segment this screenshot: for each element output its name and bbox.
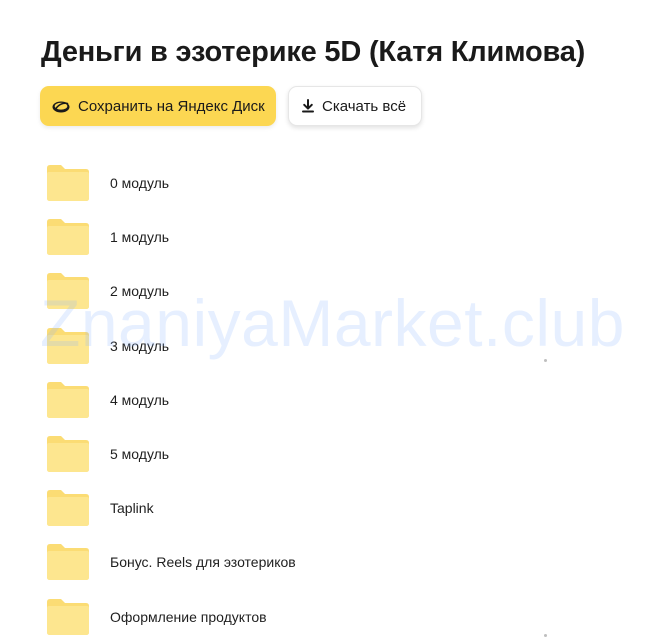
- list-item[interactable]: Бонус. Reels для эзотериков: [0, 534, 665, 588]
- folder-icon: [46, 218, 90, 261]
- scroll-dot: [544, 359, 547, 362]
- list-item[interactable]: 2 модуль: [0, 263, 665, 317]
- folder-name: 5 модуль: [110, 445, 170, 462]
- save-button-label: Сохранить на Яндекс Диск: [78, 97, 265, 115]
- folder-name: Оформление продуктов: [110, 608, 267, 625]
- list-item[interactable]: Оформление продуктов: [0, 589, 665, 640]
- folder-icon: [46, 272, 90, 315]
- folder-icon: [46, 381, 90, 424]
- folder-name: Бонус. Reels для эзотериков: [110, 554, 296, 571]
- folder-name: Taplink: [110, 500, 154, 517]
- yandex-disk-icon: [51, 98, 71, 114]
- page-title: Деньги в эзотерике 5D (Катя Климова): [41, 36, 586, 68]
- folder-icon: [46, 327, 90, 370]
- folder-name: 3 модуль: [110, 337, 170, 354]
- public-folder-page: Деньги в эзотерике 5D (Катя Климова) Сох…: [0, 0, 665, 640]
- list-item[interactable]: 5 модуль: [0, 426, 665, 480]
- download-all-button[interactable]: Скачать всё: [288, 86, 422, 126]
- folder-icon: [46, 598, 90, 640]
- folder-name: 2 модуль: [110, 283, 170, 300]
- save-to-disk-button[interactable]: Сохранить на Яндекс Диск: [40, 86, 276, 126]
- folder-name: 4 модуль: [110, 391, 170, 408]
- download-icon: [301, 99, 315, 113]
- list-item[interactable]: 4 модуль: [0, 372, 665, 426]
- folder-icon: [46, 164, 90, 207]
- list-item[interactable]: 1 модуль: [0, 209, 665, 263]
- list-item[interactable]: 0 модуль: [0, 155, 665, 209]
- folder-icon: [46, 489, 90, 532]
- list-item[interactable]: Taplink: [0, 480, 665, 534]
- folder-name: 0 модуль: [110, 175, 170, 191]
- folder-name: 1 модуль: [110, 229, 170, 246]
- folder-list: 0 модуль 1 модуль 2 модуль 3 модуль 4 мо…: [0, 155, 665, 640]
- toolbar: Сохранить на Яндекс Диск Скачать всё: [40, 86, 422, 126]
- folder-icon: [46, 435, 90, 478]
- download-button-label: Скачать всё: [322, 97, 407, 115]
- list-item[interactable]: 3 модуль: [0, 318, 665, 372]
- scroll-dot: [544, 634, 547, 637]
- folder-icon: [46, 543, 90, 586]
